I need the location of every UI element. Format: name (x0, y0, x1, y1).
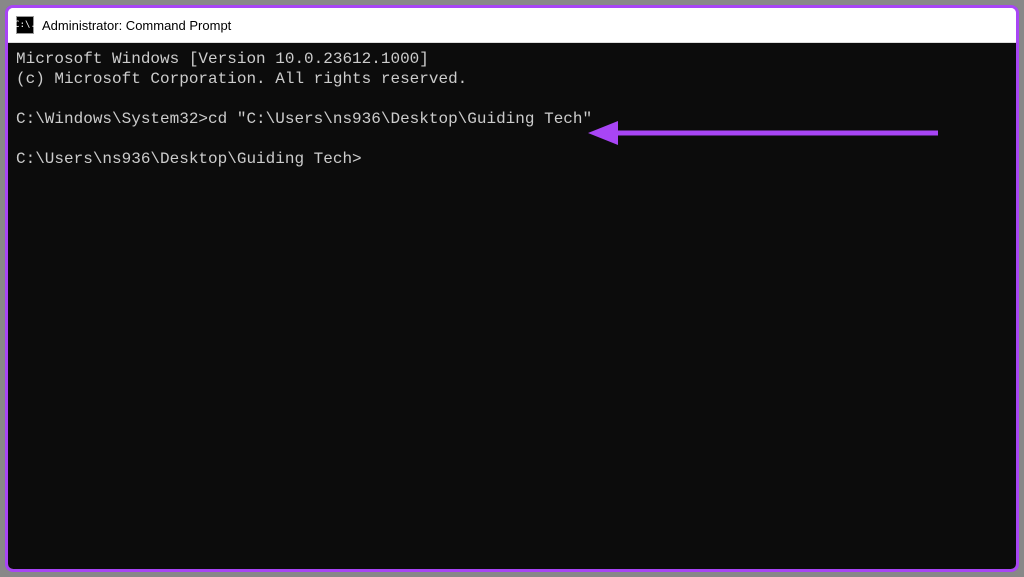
command-line-1: C:\Windows\System32>cd "C:\Users\ns936\D… (16, 109, 1008, 129)
prompt-1: C:\Windows\System32> (16, 110, 208, 128)
version-line: Microsoft Windows [Version 10.0.23612.10… (16, 49, 1008, 69)
window-title: Administrator: Command Prompt (42, 18, 231, 33)
prompt-line-2: C:\Users\ns936\Desktop\Guiding Tech> (16, 149, 1008, 169)
prompt-2: C:\Users\ns936\Desktop\Guiding Tech> (16, 150, 362, 168)
command-1: cd "C:\Users\ns936\Desktop\Guiding Tech" (208, 110, 592, 128)
blank-line (16, 129, 1008, 149)
command-prompt-window: C:\. Administrator: Command Prompt Micro… (5, 5, 1019, 572)
copyright-line: (c) Microsoft Corporation. All rights re… (16, 69, 1008, 89)
cmd-icon: C:\. (16, 16, 34, 34)
blank-line (16, 89, 1008, 109)
terminal-area[interactable]: Microsoft Windows [Version 10.0.23612.10… (8, 43, 1016, 569)
titlebar[interactable]: C:\. Administrator: Command Prompt (8, 8, 1016, 43)
